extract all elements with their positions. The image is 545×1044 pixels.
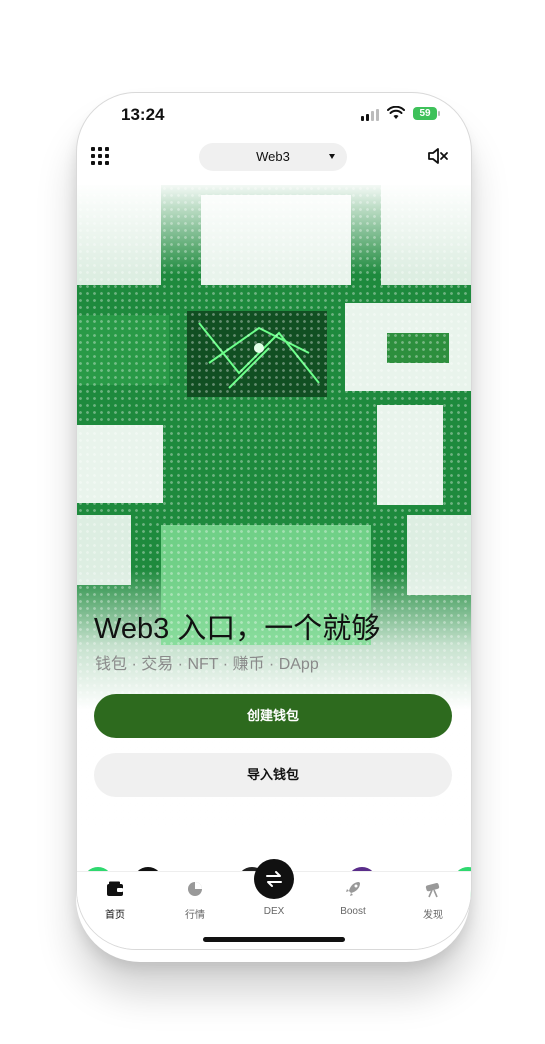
status-bar: 13:24 59 (77, 93, 471, 139)
phone-screen: 13:24 59 Web3 Web3 入口，一个就够 钱包 · 交易 · NFT… (76, 92, 472, 950)
battery-tip (438, 111, 440, 116)
rocket-icon (346, 882, 360, 896)
mute-icon[interactable] (427, 147, 449, 165)
battery-icon: 59 (413, 107, 437, 120)
tab-label: 首页 (105, 910, 125, 921)
swap-icon (266, 871, 282, 887)
import-wallet-button[interactable]: 导入钱包 (94, 753, 452, 797)
home-indicator[interactable] (203, 937, 345, 942)
create-wallet-button[interactable]: 创建钱包 (94, 694, 452, 738)
hero-headline: Web3 入口，一个就够 (94, 613, 381, 645)
chevron-down-icon (329, 154, 335, 159)
telescope-icon (425, 882, 440, 898)
hero-subline: 钱包 · 交易 · NFT · 赚币 · DApp (95, 656, 319, 673)
tab-label: Boost (340, 906, 366, 917)
status-time: 13:24 (121, 105, 165, 124)
tab-label: 发现 (423, 910, 443, 921)
wifi-icon (387, 106, 405, 119)
cellular-signal-icon (361, 109, 381, 121)
network-label: Web3 (256, 149, 290, 164)
network-selector[interactable]: Web3 (199, 143, 347, 171)
dex-swap-button[interactable] (254, 859, 294, 899)
wallet-icon (107, 881, 123, 896)
market-icon (188, 882, 202, 896)
apps-grid-icon[interactable] (91, 147, 109, 165)
tab-label: DEX (263, 906, 285, 917)
tab-label: 行情 (185, 910, 205, 921)
